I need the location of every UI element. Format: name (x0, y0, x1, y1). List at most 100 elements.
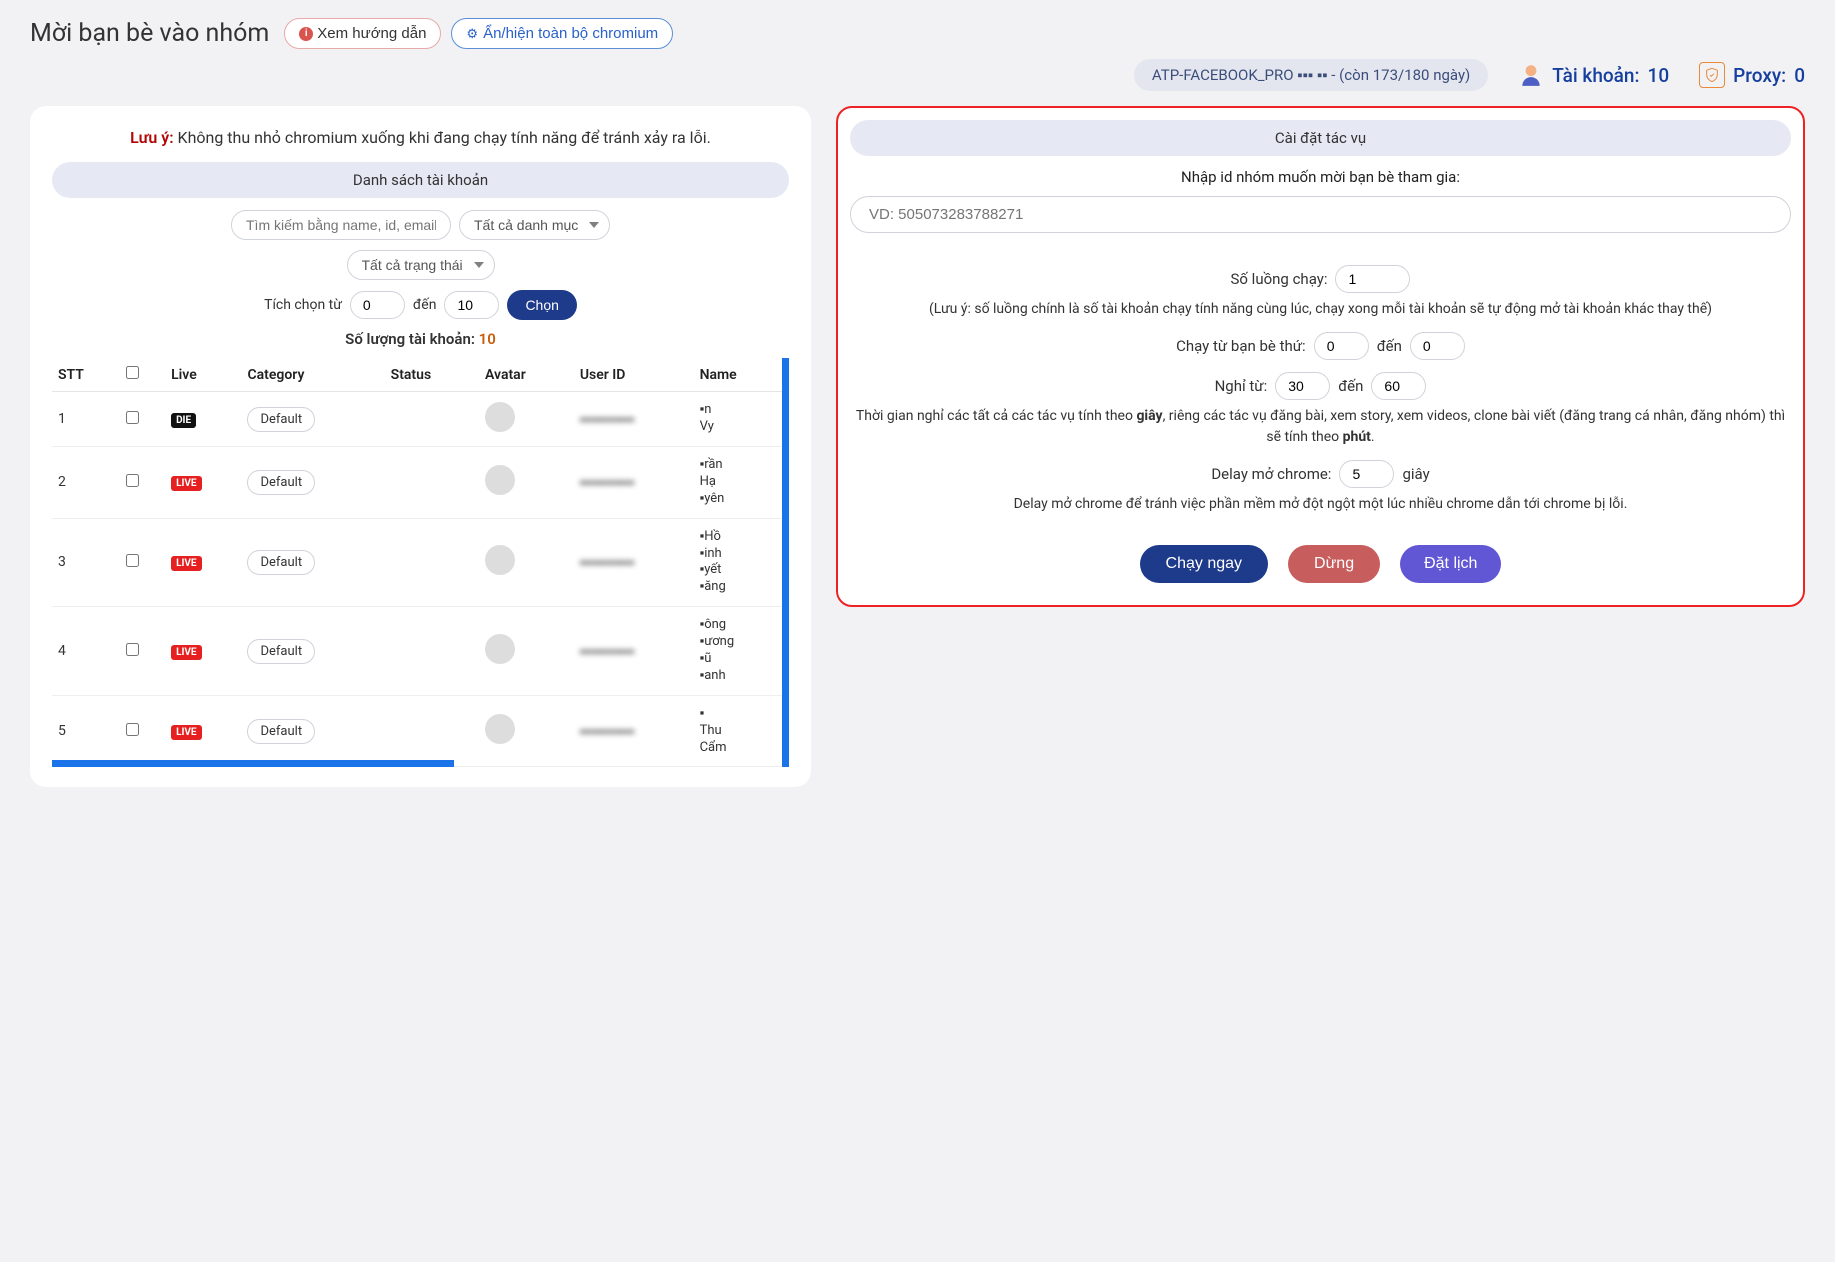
category-select[interactable]: Tất cả danh mục (459, 210, 610, 240)
shield-icon (1699, 62, 1725, 88)
delay-note: Delay mở chrome để tránh việc phần mềm m… (850, 494, 1791, 515)
row-checkbox[interactable] (126, 723, 139, 736)
row-checkbox[interactable] (126, 474, 139, 487)
group-id-input[interactable] (850, 196, 1791, 233)
table-row: 2LIVEDefault▪▪▪▪▪▪▪▪▪▪▪▪rầnHạ▪yên (52, 447, 782, 519)
group-id-label: Nhập id nhóm muốn mời bạn bè tham gia: (850, 168, 1791, 186)
col-checkbox (120, 358, 165, 392)
run-to-input[interactable] (1410, 332, 1465, 360)
run-from-label: Chạy từ bạn bè thứ: (1176, 337, 1306, 355)
select-all-checkbox[interactable] (126, 366, 139, 379)
live-badge: LIVE (171, 725, 202, 740)
task-settings-header: Cài đặt tác vụ (850, 120, 1791, 156)
license-pill: ATP-FACEBOOK_PRO ▪▪▪ ▪▪ - (còn 173/180 n… (1134, 59, 1488, 91)
tick-to-label: đến (413, 297, 437, 313)
rest-from-input[interactable] (1275, 372, 1330, 400)
toggle-chromium-button[interactable]: ⚙ Ẩn/hiện toàn bộ chromium (451, 18, 673, 49)
col-avatar: Avatar (479, 358, 574, 392)
accounts-info: Tài khoản: 10 (1518, 62, 1669, 88)
live-badge: DIE (171, 413, 196, 428)
cell-user-id: ▪▪▪▪▪▪▪▪▪▪▪ (574, 447, 694, 519)
category-pill[interactable]: Default (247, 639, 315, 664)
proxy-count: 0 (1794, 64, 1805, 87)
cell-stt: 5 (52, 695, 120, 767)
cell-name: ▪ThuCẩm (694, 695, 782, 767)
row-checkbox[interactable] (126, 411, 139, 424)
cell-user-id: ▪▪▪▪▪▪▪▪▪▪▪ (574, 695, 694, 767)
horizontal-scrollbar[interactable] (52, 760, 454, 767)
category-pill[interactable]: Default (247, 550, 315, 575)
proxy-info: Proxy: 0 (1699, 62, 1805, 88)
live-badge: LIVE (171, 556, 202, 571)
cell-status (385, 695, 479, 767)
avatar (485, 545, 515, 575)
avatar (485, 402, 515, 432)
col-status: Status (385, 358, 479, 392)
toggle-chromium-label: Ẩn/hiện toàn bộ chromium (483, 25, 658, 42)
cell-stt: 1 (52, 392, 120, 447)
table-row: 4 LIVE Default ▪▪▪▪▪▪▪▪▪▪▪▪ông▪ương▪ũ▪anh (52, 607, 782, 696)
run-from-input[interactable] (1314, 332, 1369, 360)
threads-input[interactable] (1335, 265, 1410, 293)
cell-status (385, 518, 479, 607)
cell-name: ▪rầnHạ▪yên (694, 447, 782, 519)
cell-status (385, 607, 479, 696)
delay-unit: giây (1402, 465, 1429, 483)
page-title: Mời bạn bè vào nhóm (30, 19, 269, 48)
col-user-id: User ID (574, 358, 694, 392)
gear-icon: ⚙ (466, 26, 478, 42)
col-category: Category (241, 358, 384, 392)
col-name: Name (694, 358, 782, 392)
tick-from-input[interactable] (350, 291, 405, 319)
threads-note: (Lưu ý: số luồng chính là số tài khoản c… (850, 299, 1791, 320)
task-settings-panel: Cài đặt tác vụ Nhập id nhóm muốn mời bạn… (836, 106, 1805, 607)
rest-from-label: Nghỉ từ: (1215, 377, 1268, 395)
guide-button[interactable]: i Xem hướng dẫn (284, 18, 441, 49)
threads-label: Số luồng chạy: (1231, 270, 1328, 288)
cell-stt: 3 (52, 518, 120, 607)
table-row: 3 LIVE Default ▪▪▪▪▪▪▪▪▪▪▪▪Hồ▪inh▪yết▪ăng (52, 518, 782, 607)
category-pill[interactable]: Default (247, 470, 315, 495)
account-count-line: Số lượng tài khoản: 10 (52, 330, 789, 348)
accounts-label: Tài khoản: (1552, 64, 1639, 87)
schedule-button[interactable]: Đặt lịch (1400, 545, 1501, 583)
avatar (485, 714, 515, 744)
cell-stt: 4 (52, 607, 120, 696)
warning-text: Lưu ý: Không thu nhỏ chromium xuống khi … (52, 126, 789, 150)
cell-user-id: ▪▪▪▪▪▪▪▪▪▪▪ (574, 518, 694, 607)
warning-body: Không thu nhỏ chromium xuống khi đang ch… (178, 128, 711, 147)
live-badge: LIVE (171, 645, 202, 660)
rest-to-input[interactable] (1371, 372, 1426, 400)
col-live: Live (165, 358, 241, 392)
avatar (485, 634, 515, 664)
stop-button[interactable]: Dừng (1288, 545, 1380, 583)
category-pill[interactable]: Default (247, 719, 315, 744)
row-checkbox[interactable] (126, 643, 139, 656)
avatar (485, 465, 515, 495)
cell-status (385, 392, 479, 447)
accounts-count: 10 (1648, 64, 1670, 87)
cell-status (385, 447, 479, 519)
accounts-table: STT Live Category Status Avatar User ID … (52, 358, 782, 767)
category-pill[interactable]: Default (247, 407, 315, 432)
delay-input[interactable] (1339, 460, 1394, 488)
table-row: 1 DIE Default ▪▪▪▪▪▪▪▪▪▪▪▪nVy (52, 392, 782, 447)
row-checkbox[interactable] (126, 554, 139, 567)
status-select[interactable]: Tất cả trạng thái (347, 250, 495, 280)
accounts-panel: Lưu ý: Không thu nhỏ chromium xuống khi … (30, 106, 811, 787)
search-input[interactable] (231, 210, 451, 240)
cell-user-id: ▪▪▪▪▪▪▪▪▪▪▪ (574, 392, 694, 447)
tick-select-button[interactable]: Chọn (507, 290, 576, 320)
run-button[interactable]: Chạy ngay (1140, 545, 1269, 583)
proxy-label: Proxy: (1733, 64, 1786, 87)
cell-name: ▪nVy (694, 392, 782, 447)
cell-name: ▪ông▪ương▪ũ▪anh (694, 607, 782, 696)
rest-note: Thời gian nghỉ các tất cả các tác vụ tín… (850, 406, 1791, 448)
delay-label: Delay mở chrome: (1211, 465, 1331, 483)
cell-name: ▪Hồ▪inh▪yết▪ăng (694, 518, 782, 607)
table-row: 5 LIVE Default ▪▪▪▪▪▪▪▪▪▪▪▪ThuCẩm (52, 695, 782, 767)
person-icon (1518, 62, 1544, 88)
tick-to-input[interactable] (444, 291, 499, 319)
cell-user-id: ▪▪▪▪▪▪▪▪▪▪▪ (574, 607, 694, 696)
live-badge: LIVE (171, 476, 202, 491)
